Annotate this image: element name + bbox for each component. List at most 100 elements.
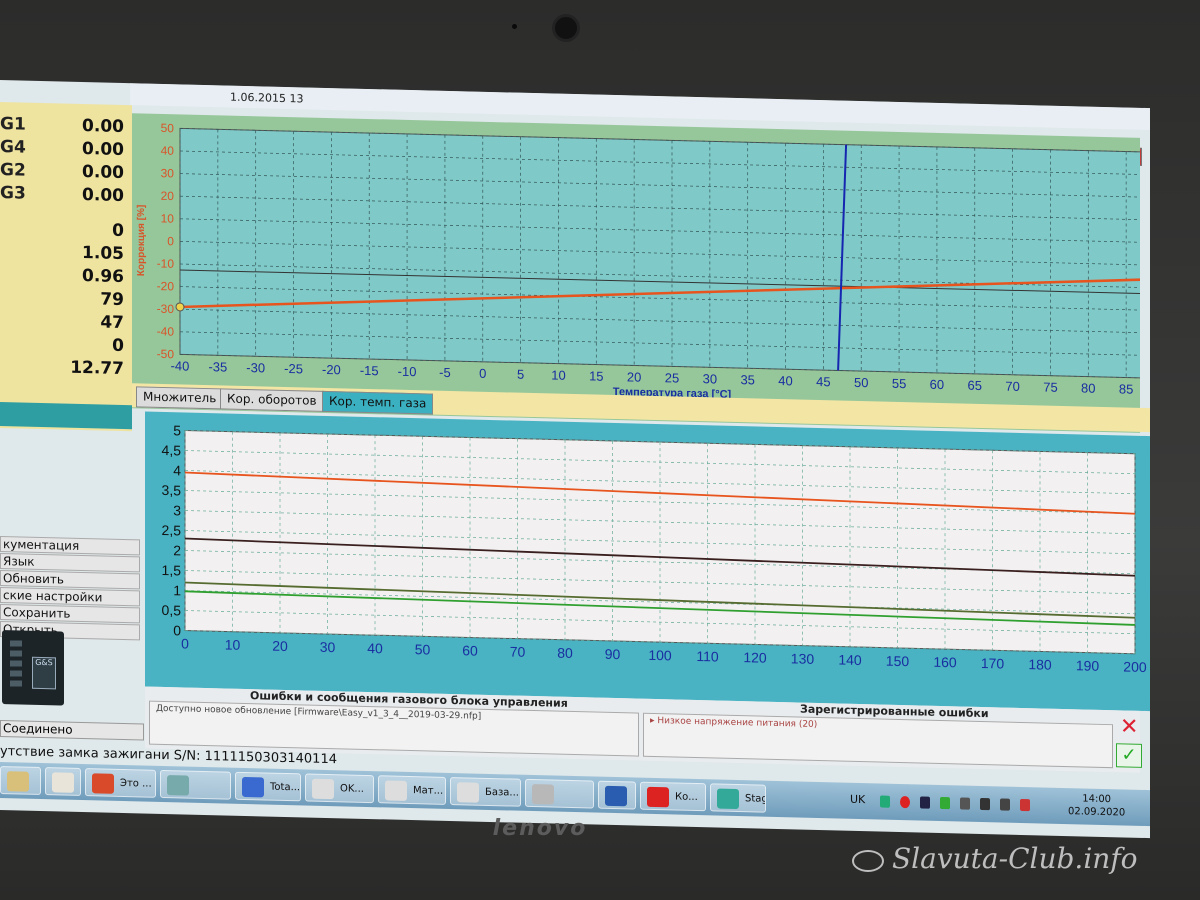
clock[interactable]: 14:00 02.09.2020	[1068, 792, 1125, 819]
app-icon	[7, 771, 29, 792]
taskbar-button[interactable]	[45, 767, 81, 796]
x-tick-label: 25	[665, 370, 679, 385]
reading-value: 1.05	[82, 243, 124, 265]
y-tick-label: 4	[173, 462, 181, 478]
x-tick-label: 70	[510, 643, 526, 659]
x-tick-label: 140	[838, 651, 862, 668]
taskbar-button[interactable]: Ко...	[640, 781, 706, 812]
y-tick-label: 0	[167, 234, 174, 248]
tray-icon[interactable]	[900, 795, 910, 809]
x-tick-label: 170	[981, 655, 1005, 672]
tab-rpm-correction[interactable]: Кор. оборотов	[220, 388, 324, 412]
menu-item-documentation[interactable]: кументация	[0, 536, 140, 556]
sensor-label-g1: G1	[0, 114, 26, 135]
taskbar-button[interactable]	[598, 780, 636, 810]
taskbar-button[interactable]: Это ...	[85, 768, 156, 798]
taskbar-button[interactable]: Tota...	[235, 771, 301, 802]
confirm-check-icon[interactable]: ✓	[1116, 743, 1142, 768]
x-tick-label: 50	[854, 375, 868, 390]
sensor-value-g2: 0.00	[82, 162, 124, 184]
x-tick-label: -25	[284, 361, 303, 376]
sensor-label-g4: G4	[0, 137, 26, 158]
taskbar-button[interactable]: OK...	[305, 773, 374, 804]
tray-icon[interactable]	[960, 797, 970, 810]
menu-item-language[interactable]: Язык	[0, 553, 140, 573]
menu-item-update[interactable]: Обновить	[0, 570, 140, 590]
tab-gas-temp-correction[interactable]: Кор. темп. газа	[322, 390, 434, 415]
x-tick-label: 80	[1081, 380, 1095, 395]
sensor-value-g4: 0.00	[82, 139, 124, 161]
y-tick-label: 5	[173, 422, 181, 438]
y-tick-label: -50	[157, 347, 175, 361]
top-chart-svg: -40 -35 -30 -25 -20 -15 -10 -5 0 5 10 15 20 25 30 35 40 4…	[136, 121, 1140, 401]
titlebar-text: 1.06.2015 13	[230, 90, 304, 106]
x-tick-label: 150	[886, 653, 910, 670]
device-logo: G&S	[32, 656, 56, 690]
taskbar-button[interactable]: Stag...	[710, 783, 766, 813]
taskbar-button[interactable]	[0, 766, 41, 796]
app-icon	[532, 784, 554, 805]
taskbar-button[interactable]	[160, 769, 231, 800]
ecu-device-image: G&S	[2, 630, 64, 706]
y-tick-label: 4,5	[162, 442, 182, 458]
app-icon	[385, 780, 407, 801]
app-icon	[605, 785, 627, 807]
y-tick-label: -20	[157, 279, 175, 293]
x-tick-label: 40	[778, 373, 792, 388]
oscilloscope-chart[interactable]: 0 10 20 30 40 50 60 70 80 90 100 110 120 130 140 150 160…	[145, 411, 1150, 712]
errors-box[interactable]: ▸ Низкое напряжение питания (20)	[643, 712, 1113, 769]
x-tick-label: 60	[930, 377, 944, 392]
tray-icon[interactable]	[880, 795, 890, 808]
tab-multiplier[interactable]: Множитель	[136, 386, 224, 410]
y-tick-label: 40	[161, 144, 175, 158]
taskbar-button[interactable]: Мат...	[378, 775, 446, 805]
x-tick-label: 20	[272, 638, 288, 654]
y-tick-label: 0	[173, 622, 181, 638]
language-indicator[interactable]: UK	[850, 793, 865, 806]
x-tick-label: 160	[933, 654, 957, 671]
menu-item-settings[interactable]: ские настройки	[0, 587, 140, 607]
y-tick-label: -10	[157, 256, 175, 270]
menu-item-save[interactable]: Сохранить	[0, 604, 140, 624]
lenovo-logo: lenovo	[492, 816, 588, 841]
taskbar-button[interactable]: База...	[450, 776, 521, 807]
x-tick-label: 45	[816, 374, 830, 389]
x-tick-label: 130	[791, 650, 815, 667]
x-tick-label: 30	[703, 371, 717, 386]
flag-icon[interactable]	[1020, 798, 1030, 812]
y-tick-label: -30	[157, 302, 175, 316]
x-tick-label: 0	[479, 366, 486, 381]
y-tick-label: 1,5	[162, 562, 182, 578]
taskbar-button-label: Это ...	[120, 777, 152, 790]
x-tick-label: 35	[740, 372, 754, 387]
reading-value: 0	[112, 220, 124, 242]
taskbar-button-label: База...	[485, 786, 519, 799]
taskbar-button-label: Ко...	[675, 791, 698, 804]
tray-icon[interactable]	[940, 796, 950, 810]
gas-temp-correction-chart[interactable]: -40 -35 -30 -25 -20 -15 -10 -5 0 5 10 15 20 25 30 35 40 4…	[132, 113, 1140, 433]
led-indicators	[10, 640, 22, 691]
volume-icon[interactable]	[1000, 798, 1010, 811]
taskbar-button[interactable]	[525, 778, 594, 809]
reading-value: 0.96	[82, 266, 124, 288]
x-tick-label: 80	[557, 645, 573, 661]
y-axis-label: Коррекция [%]	[136, 205, 147, 277]
y-tick-label: 10	[161, 211, 175, 225]
app-icon	[457, 782, 479, 803]
clear-errors-icon[interactable]: ✕	[1120, 714, 1140, 739]
battery-icon[interactable]	[980, 797, 990, 811]
sensor-label-g3: G3	[0, 183, 26, 204]
reading-value: 12.77	[70, 357, 124, 380]
x-tick-label: 190	[1076, 657, 1100, 674]
y-tick-label: 2	[173, 542, 181, 558]
y-tick-label: 3	[173, 502, 181, 518]
left-menu: кументация Язык Обновить ские настройки …	[0, 536, 140, 641]
control-point	[175, 302, 185, 312]
taskbar-button-label: Stag...	[745, 793, 766, 805]
tray-icon[interactable]	[920, 796, 930, 809]
reading-value: 0	[112, 335, 124, 357]
x-tick-label: 5	[517, 367, 524, 382]
app-icon	[92, 773, 114, 794]
connection-select[interactable]: Соединено	[0, 720, 144, 741]
app-icon	[312, 778, 334, 800]
